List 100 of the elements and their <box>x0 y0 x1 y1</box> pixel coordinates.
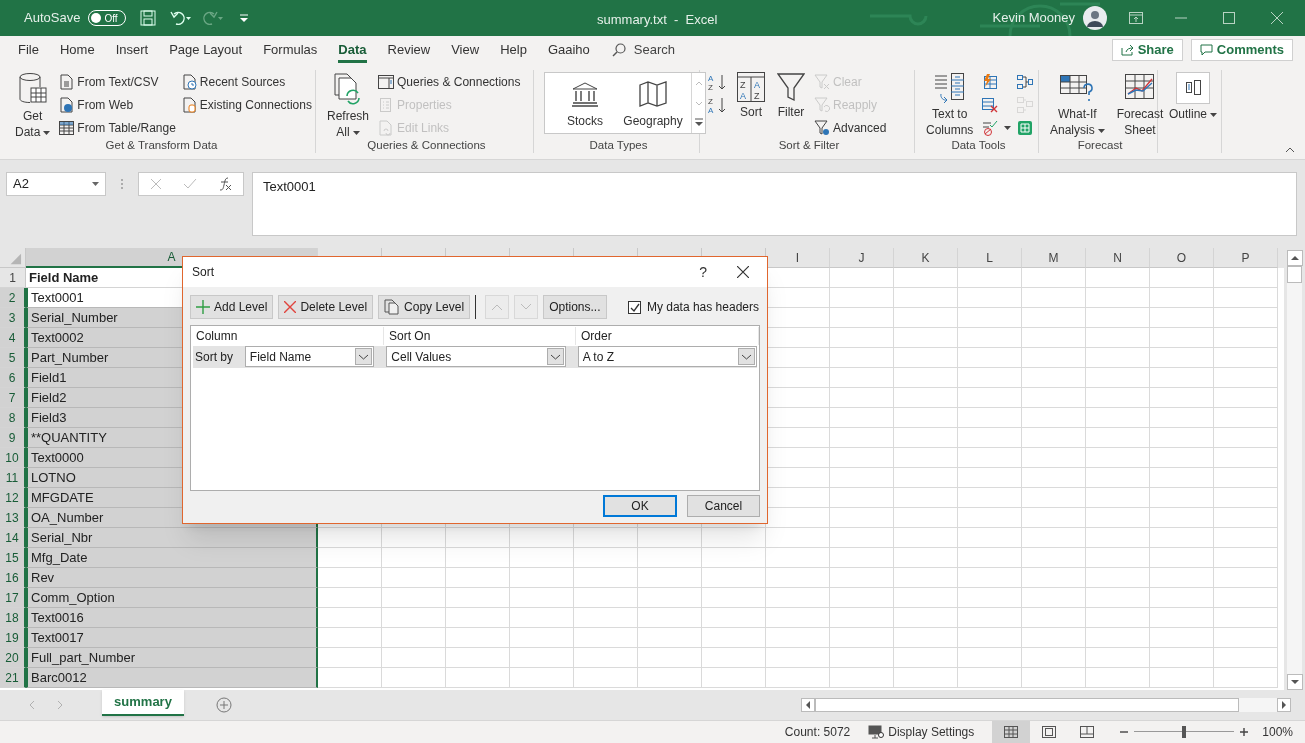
row-header[interactable]: 13 <box>0 508 26 528</box>
row-header[interactable]: 21 <box>0 668 26 688</box>
ribbon-button[interactable]: What-If Analysis <box>1047 70 1108 138</box>
ribbon-tab[interactable]: View <box>443 36 488 64</box>
add-level-button[interactable]: Add Level <box>190 295 274 319</box>
add-sheet-icon[interactable] <box>216 697 232 713</box>
row-header[interactable]: 16 <box>0 568 26 588</box>
row-header[interactable]: 2 <box>0 288 26 308</box>
ribbon-button[interactable]: Z A A Z Sort <box>734 70 768 120</box>
ribbon-button[interactable]: Text to Columns <box>923 70 977 138</box>
formula-input[interactable]: Text0001 <box>252 172 1297 236</box>
scrollbar-thumb[interactable] <box>815 698 1239 712</box>
ribbon-button[interactable]: Refresh All <box>324 70 373 140</box>
column-header[interactable]: O <box>1150 248 1214 268</box>
row-header[interactable]: 3 <box>0 308 26 328</box>
remove-duplicates-icon[interactable] <box>982 96 999 113</box>
dropdown[interactable]: Field Name <box>244 346 375 367</box>
redo-icon[interactable] <box>202 10 225 26</box>
scroll-left-icon[interactable] <box>801 698 815 712</box>
row-header[interactable]: 14 <box>0 528 26 548</box>
data-model-icon[interactable] <box>1017 119 1034 136</box>
consolidate-icon[interactable] <box>1017 73 1034 90</box>
dropdown[interactable]: A to Z <box>577 346 757 367</box>
zoom-slider-thumb[interactable] <box>1182 726 1187 738</box>
zoom-in-icon[interactable] <box>1240 728 1249 736</box>
avatar-icon[interactable] <box>1083 6 1107 30</box>
ribbon-icon-button[interactable] <box>982 118 1012 137</box>
row-header[interactable]: 1 <box>0 268 26 288</box>
ribbon-button[interactable]: Forecast Sheet <box>1113 70 1167 138</box>
data-types-gallery[interactable]: Stocks Geography <box>544 72 706 134</box>
undo-icon[interactable] <box>170 10 193 26</box>
ribbon-tab[interactable]: File <box>10 36 47 64</box>
row-header[interactable]: 18 <box>0 608 26 628</box>
row-header[interactable]: 17 <box>0 588 26 608</box>
column-header[interactable]: J <box>830 248 894 268</box>
collapse-ribbon-icon[interactable] <box>1285 147 1295 153</box>
row-header[interactable]: 15 <box>0 548 26 568</box>
row-header[interactable]: 10 <box>0 448 26 468</box>
row-header[interactable]: 20 <box>0 648 26 668</box>
share-button[interactable]: Share <box>1111 39 1183 61</box>
column-header[interactable]: P <box>1214 248 1278 268</box>
row-header[interactable]: 8 <box>0 408 26 428</box>
ribbon-tab[interactable]: Gaaiho <box>539 36 598 64</box>
function-icon[interactable] <box>218 177 233 191</box>
ribbon-display-icon[interactable] <box>1129 12 1143 24</box>
comments-button[interactable]: Comments <box>1190 39 1293 61</box>
save-icon[interactable] <box>140 10 157 26</box>
name-box[interactable]: A2 <box>6 172 106 196</box>
display-settings-button[interactable]: Display Settings <box>868 723 975 741</box>
options-button[interactable]: Options... <box>543 295 607 319</box>
column-header[interactable]: M <box>1022 248 1086 268</box>
ribbon-tab[interactable]: Help <box>492 36 535 64</box>
dropdown[interactable]: Cell Values <box>386 346 566 367</box>
row-header[interactable]: 5 <box>0 348 26 368</box>
scroll-right-icon[interactable] <box>1277 698 1291 712</box>
zoom-out-icon[interactable] <box>1120 728 1129 736</box>
close-icon[interactable] <box>737 266 749 278</box>
search-field[interactable]: Search <box>633 40 675 60</box>
ribbon-button[interactable]: Advanced <box>814 118 887 137</box>
row-header[interactable]: 12 <box>0 488 26 508</box>
ribbon-button[interactable]: Geography <box>619 73 687 133</box>
row-header[interactable]: 9 <box>0 428 26 448</box>
customize-icon[interactable] <box>240 14 249 22</box>
search-icon[interactable] <box>611 43 626 57</box>
ribbon-button[interactable]: Existing Connections <box>181 95 312 114</box>
ribbon-button[interactable]: From Web <box>59 95 176 114</box>
ok-button[interactable]: OK <box>603 495 677 517</box>
maximize-icon[interactable] <box>1223 12 1235 24</box>
row-header[interactable]: 19 <box>0 628 26 648</box>
view-button[interactable] <box>992 721 1031 743</box>
ribbon-tab[interactable]: Review <box>379 36 439 64</box>
ribbon-button[interactable]: From Table/Range <box>59 118 176 137</box>
ribbon-tab[interactable]: Data <box>330 36 375 64</box>
copy-level-button[interactable]: Copy Level <box>378 295 471 319</box>
row-header[interactable]: 11 <box>0 468 26 488</box>
row-header[interactable]: 4 <box>0 328 26 348</box>
ribbon-button[interactable]: Outline <box>1166 70 1221 122</box>
scrollbar-thumb[interactable] <box>1287 266 1302 283</box>
zoom-level[interactable]: 100% <box>1262 723 1293 741</box>
scroll-up-icon[interactable] <box>1286 250 1303 266</box>
checkbox[interactable] <box>627 300 641 314</box>
sheet-tab[interactable]: summary <box>102 690 184 716</box>
row-header[interactable]: 7 <box>0 388 26 408</box>
flash-fill-icon[interactable] <box>982 73 999 90</box>
ribbon-button[interactable]: From Text/CSV <box>59 72 176 91</box>
row-header[interactable]: 6 <box>0 368 26 388</box>
ribbon-tab[interactable]: Insert <box>107 36 157 64</box>
help-button[interactable]: ? <box>699 261 707 283</box>
column-header[interactable]: K <box>894 248 958 268</box>
ribbon-button[interactable]: Get Data <box>12 70 54 140</box>
delete-level-button[interactable]: Delete Level <box>278 295 374 319</box>
cancel-button[interactable]: Cancel <box>687 495 760 517</box>
ribbon-tab[interactable]: Home <box>51 36 103 64</box>
ribbon-tab[interactable]: Page Layout <box>161 36 251 64</box>
column-header[interactable]: N <box>1086 248 1150 268</box>
ribbon-tab[interactable]: Formulas <box>255 36 326 64</box>
scroll-down-icon[interactable] <box>1286 674 1303 690</box>
ribbon-button[interactable]: Queries & Connections <box>378 72 521 91</box>
ribbon-button[interactable]: Recent Sources <box>181 72 312 91</box>
column-header[interactable]: L <box>958 248 1022 268</box>
